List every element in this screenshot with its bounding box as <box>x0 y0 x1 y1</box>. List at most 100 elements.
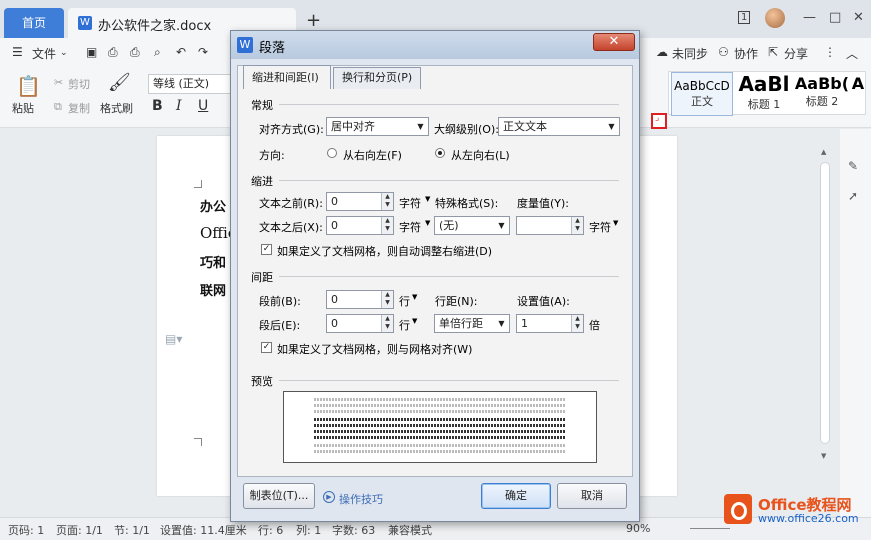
collapse-ribbon-icon[interactable]: ︿ <box>846 45 858 62</box>
tab-indent-spacing[interactable]: 缩进和间距(I) <box>243 65 331 89</box>
italic-icon[interactable]: I <box>176 98 182 114</box>
dialog-close-button[interactable]: ✕ <box>593 33 635 51</box>
save-icon[interactable]: ▣ <box>86 45 97 59</box>
paste-button[interactable]: 粘贴 <box>12 100 34 116</box>
tab-stops-button[interactable]: 制表位(T)... <box>243 483 315 509</box>
copy-button[interactable]: 复制 <box>68 100 90 116</box>
status-page[interactable]: 页面: 1/1 <box>56 522 103 538</box>
spinner-arrows-icon[interactable]: ▲ ▼ <box>381 291 393 308</box>
export-icon[interactable]: ⎙ <box>108 45 118 60</box>
paragraph-handle-icon[interactable]: ▤▾ <box>165 332 182 346</box>
zoom-level[interactable]: 90% <box>626 522 650 535</box>
style-heading-2[interactable]: AaBb( 标题 2 <box>793 72 851 116</box>
scroll-down-icon[interactable]: ▼ <box>821 452 826 460</box>
window-count-badge[interactable]: 1 <box>738 11 751 24</box>
spinner-arrows-icon[interactable]: ▲ ▼ <box>571 315 583 332</box>
share-label[interactable]: 分享 <box>784 45 808 62</box>
ok-button[interactable]: 确定 <box>481 483 551 509</box>
pen-icon[interactable]: ✎ <box>848 159 858 173</box>
unit-chevron-down-icon[interactable]: ▼ <box>613 219 618 227</box>
tab-line-page-breaks[interactable]: 换行和分页(P) <box>333 67 421 89</box>
style-heading-1[interactable]: AaBl 标题 1 <box>735 72 793 116</box>
font-name-select[interactable]: 等线 (正文) <box>148 74 234 94</box>
special-format-select[interactable]: (无) ▼ <box>434 216 510 235</box>
more-icon[interactable]: ⋮ <box>824 45 836 59</box>
file-menu[interactable]: 文件 <box>32 45 56 62</box>
unit-chevron-down-icon[interactable]: ▼ <box>412 317 417 325</box>
print-icon[interactable]: ⎙ <box>130 45 140 60</box>
status-page-code[interactable]: 页码: 1 <box>8 522 44 538</box>
auto-right-indent-checkbox[interactable]: ✓ <box>261 244 272 255</box>
file-menu-chevron-down-icon[interactable]: ⌄ <box>60 48 68 58</box>
status-row[interactable]: 行: 6 <box>258 522 283 538</box>
space-before-input[interactable]: 0 ▲ ▼ <box>326 290 394 309</box>
close-window-icon[interactable]: ✕ <box>853 10 864 25</box>
scroll-up-icon[interactable]: ▲ <box>821 148 826 156</box>
cloud-icon[interactable]: ☁ <box>656 45 668 59</box>
measure-input[interactable]: ▲ ▼ <box>516 216 584 235</box>
auto-right-indent-label[interactable]: 如果定义了文档网格，则自动调整右缩进(D) <box>277 243 492 259</box>
direction-ltr-radio[interactable] <box>435 148 445 158</box>
tab-home[interactable]: 首页 <box>4 8 64 38</box>
unit-chevron-down-icon[interactable]: ▼ <box>412 293 417 301</box>
format-painter-button[interactable]: 格式刷 <box>100 100 133 116</box>
minimize-icon[interactable]: — <box>803 10 816 25</box>
indent-after-input[interactable]: 0 ▲ ▼ <box>326 216 394 235</box>
cut-button[interactable]: 剪切 <box>68 76 90 92</box>
dialog-title-bar[interactable]: W 段落 ✕ <box>231 31 639 59</box>
operation-tips-link[interactable]: 操作技巧 <box>339 491 383 507</box>
spinner-arrows-icon[interactable]: ▲ ▼ <box>381 217 393 234</box>
measure-unit[interactable]: 字符 <box>589 219 611 235</box>
unsync-label[interactable]: 未同步 <box>672 45 708 62</box>
zoom-slider[interactable] <box>690 528 730 529</box>
direction-ltr-label[interactable]: 从左向右(L) <box>451 147 510 163</box>
spinner-arrows-icon[interactable]: ▲ ▼ <box>381 193 393 210</box>
indent-before-unit[interactable]: 字符 <box>399 195 421 211</box>
select-cursor-icon[interactable]: ➚ <box>848 189 858 203</box>
space-after-input[interactable]: 0 ▲ ▼ <box>326 314 394 333</box>
cancel-button[interactable]: 取消 <box>557 483 627 509</box>
cut-icon[interactable]: ✂ <box>54 76 63 89</box>
status-setting[interactable]: 设置值: 11.4厘米 <box>160 522 247 538</box>
office-logo-icon <box>724 494 752 524</box>
setting-value-input[interactable]: 1 ▲ ▼ <box>516 314 584 333</box>
indent-after-unit[interactable]: 字符 <box>399 219 421 235</box>
unit-chevron-down-icon[interactable]: ▼ <box>425 219 430 227</box>
preview-icon[interactable]: ⌕ <box>154 45 161 60</box>
style-more[interactable]: A <box>851 72 865 116</box>
bold-icon[interactable]: B <box>152 98 163 114</box>
redo-icon[interactable]: ↷ <box>198 45 208 59</box>
outline-level-select[interactable]: 正文文本 ▼ <box>498 117 620 136</box>
vertical-scrollbar[interactable] <box>820 162 830 444</box>
snap-to-grid-label[interactable]: 如果定义了文档网格，则与网格对齐(W) <box>277 341 472 357</box>
indent-before-input[interactable]: 0 ▲ ▼ <box>326 192 394 211</box>
unit-chevron-down-icon[interactable]: ▼ <box>425 195 430 203</box>
format-painter-icon[interactable]: 🖌 <box>108 72 131 93</box>
snap-to-grid-checkbox[interactable]: ✓ <box>261 342 272 353</box>
spinner-arrows-icon[interactable]: ▲ ▼ <box>381 315 393 332</box>
paste-icon[interactable]: 📋 <box>16 74 41 98</box>
play-circle-icon[interactable]: ▶ <box>323 491 335 503</box>
collab-label[interactable]: 协作 <box>734 45 758 62</box>
avatar[interactable] <box>765 8 785 28</box>
collab-icon[interactable]: ⚇ <box>718 45 729 59</box>
spinner-arrows-icon[interactable]: ▲ ▼ <box>571 217 583 234</box>
underline-icon[interactable]: U <box>198 98 208 114</box>
direction-rtl-radio[interactable] <box>327 148 337 158</box>
status-col[interactable]: 列: 1 <box>296 522 321 538</box>
copy-icon[interactable]: ⧉ <box>54 100 62 114</box>
maximize-icon[interactable]: □ <box>829 10 841 25</box>
paragraph-settings-launcher[interactable]: ⌟ <box>651 113 667 129</box>
line-spacing-select[interactable]: 单倍行距 ▼ <box>434 314 510 333</box>
direction-rtl-label[interactable]: 从右向左(F) <box>343 147 402 163</box>
undo-icon[interactable]: ↶ <box>176 45 186 59</box>
share-icon[interactable]: ⇱ <box>768 45 778 59</box>
alignment-select[interactable]: 居中对齐 ▼ <box>326 117 429 136</box>
space-after-unit[interactable]: 行 <box>399 317 410 333</box>
space-before-unit[interactable]: 行 <box>399 293 410 309</box>
status-section[interactable]: 节: 1/1 <box>114 522 150 538</box>
status-words[interactable]: 字数: 63 <box>332 522 375 538</box>
style-normal[interactable]: AaBbCcD 正文 <box>671 72 733 116</box>
hamburger-icon[interactable]: ☰ <box>12 45 23 59</box>
new-tab-plus-icon[interactable]: + <box>306 10 321 31</box>
